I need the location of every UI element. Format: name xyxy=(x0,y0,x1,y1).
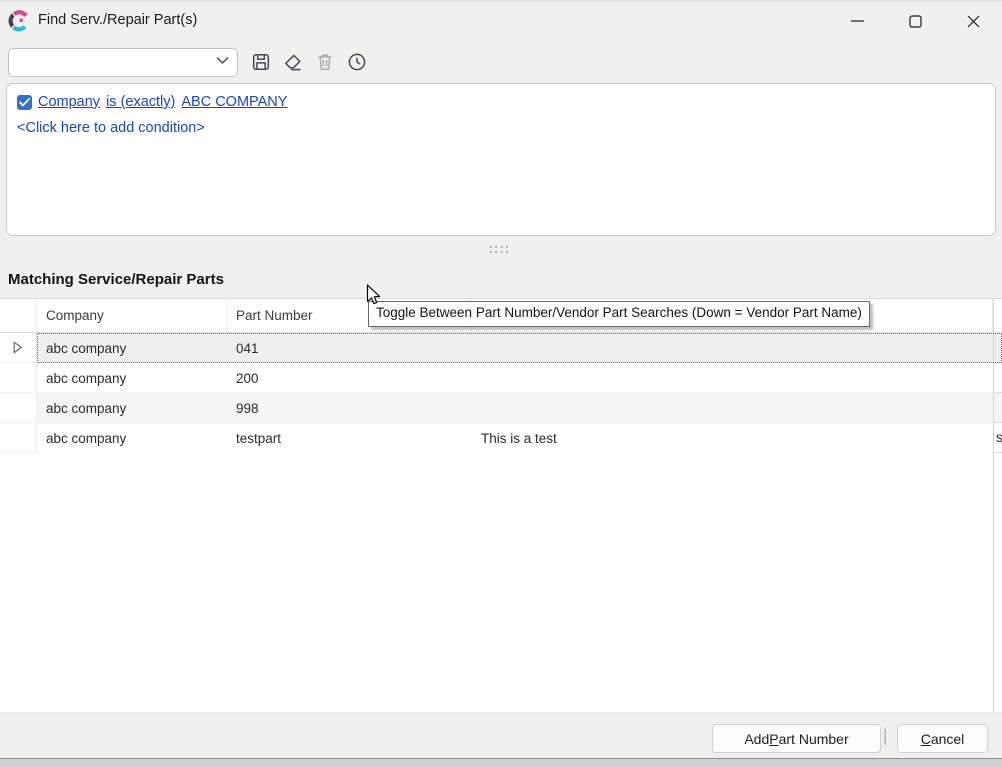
window-title: Find Serv./Repair Part(s) xyxy=(38,12,197,28)
cell-description xyxy=(472,333,993,363)
cell-overflow xyxy=(993,363,1002,393)
row-selector-cell[interactable] xyxy=(0,333,37,363)
cell-part-number: 998 xyxy=(227,393,472,423)
condition-row: Company is (exactly) ABC COMPANY xyxy=(17,92,985,112)
header-company[interactable]: Company xyxy=(37,299,227,332)
table-row[interactable]: abc company 998 xyxy=(0,393,1002,423)
table-empty-area xyxy=(0,453,1002,712)
results-table: Company Part Number abc company 041 xyxy=(0,298,1002,712)
cancel-button[interactable]: Cancel xyxy=(897,724,988,753)
maximize-icon xyxy=(909,15,922,28)
cell-overflow: s xyxy=(993,423,1002,453)
cell-overflow xyxy=(993,333,1002,363)
saved-search-input[interactable] xyxy=(8,48,238,77)
add-part-number-button[interactable]: Add Part Number xyxy=(712,724,881,753)
tooltip: Toggle Between Part Number/Vendor Part S… xyxy=(368,301,870,327)
find-parts-dialog: Find Serv./Repair Part(s) xyxy=(0,0,1002,766)
button-separator: | xyxy=(883,726,887,746)
results-title: Matching Service/Repair Parts xyxy=(8,271,224,288)
cell-description: This is a test xyxy=(472,423,993,453)
cell-company: abc company xyxy=(37,363,227,393)
table-row[interactable]: abc company 041 xyxy=(0,333,1002,363)
add-condition-link[interactable]: <Click here to add condition> xyxy=(17,120,205,136)
current-row-arrow-icon xyxy=(13,341,23,354)
app-logo-icon xyxy=(8,10,30,32)
checkmark-icon xyxy=(19,98,30,107)
table-row[interactable]: abc company 200 xyxy=(0,363,1002,393)
trash-icon xyxy=(313,50,337,74)
clear-search-button[interactable] xyxy=(280,49,306,75)
condition-value-link[interactable]: ABC COMPANY xyxy=(181,94,287,110)
saved-search-combobox[interactable] xyxy=(8,48,238,77)
cell-part-number: testpart xyxy=(227,423,472,453)
close-button[interactable] xyxy=(944,1,1002,41)
table-row[interactable]: abc company testpart This is a test s xyxy=(0,423,1002,453)
condition-operator-link[interactable]: is (exactly) xyxy=(106,94,175,110)
cell-company: abc company xyxy=(37,393,227,423)
cell-description xyxy=(472,363,993,393)
row-selector-cell[interactable] xyxy=(0,363,37,393)
search-history-button[interactable] xyxy=(344,49,370,75)
minimize-button[interactable] xyxy=(828,1,886,41)
titlebar: Find Serv./Repair Part(s) xyxy=(0,1,1002,41)
header-overflow xyxy=(993,299,1002,332)
save-icon xyxy=(249,50,273,74)
maximize-button[interactable] xyxy=(886,1,944,41)
cell-description xyxy=(472,393,993,423)
window-controls xyxy=(828,1,1002,41)
row-selector-cell[interactable] xyxy=(0,423,37,453)
minimize-icon xyxy=(851,20,864,22)
delete-search-button[interactable] xyxy=(312,49,338,75)
column-divider xyxy=(993,453,994,712)
condition-field-link[interactable]: Company xyxy=(38,94,100,110)
splitter-handle[interactable] xyxy=(488,244,510,254)
cell-overflow xyxy=(993,393,1002,423)
cell-company: abc company xyxy=(37,333,227,363)
conditions-panel: Company is (exactly) ABC COMPANY <Click … xyxy=(6,83,996,236)
clock-icon xyxy=(345,50,369,74)
results-header: Matching Service/Repair Parts xyxy=(0,257,1002,298)
header-selector xyxy=(0,299,37,332)
save-search-button[interactable] xyxy=(248,49,274,75)
cell-part-number: 041 xyxy=(227,333,472,363)
cell-company: abc company xyxy=(37,423,227,453)
condition-checkbox[interactable] xyxy=(17,95,32,110)
close-icon xyxy=(967,15,980,28)
search-toolbar xyxy=(8,46,370,78)
cell-part-number: 200 xyxy=(227,363,472,393)
footer: Add Part Number | Cancel xyxy=(0,713,1002,758)
eraser-icon xyxy=(281,50,305,74)
row-selector-cell[interactable] xyxy=(0,393,37,423)
